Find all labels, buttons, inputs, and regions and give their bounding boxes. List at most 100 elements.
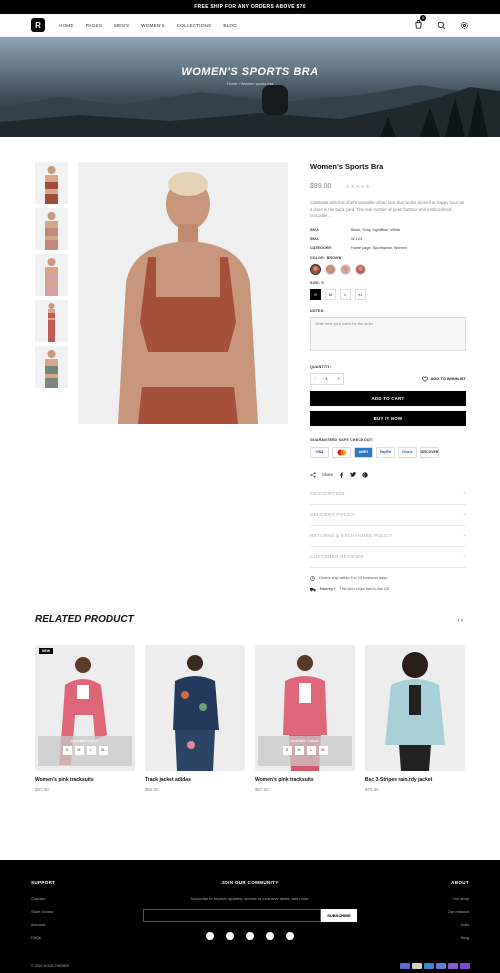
related-products: RELATED PRODUCT ‹ › NEW Available Instoc… — [0, 607, 500, 827]
footer-link-account[interactable]: Account — [31, 922, 55, 927]
product-card[interactable]: NEW Available Instock S M L XL Women's pink … — [35, 645, 135, 792]
main-product-image[interactable] — [78, 162, 288, 424]
meta-value[interactable]: Home page, Sportswear, Women — [351, 246, 407, 250]
thumbnail-2[interactable] — [35, 208, 68, 250]
product-card-image[interactable]: NEW Available Instock S M L XL — [35, 645, 135, 771]
thumbnail-1[interactable] — [35, 162, 68, 204]
plus-icon: + — [463, 554, 466, 559]
nav-item-pages[interactable]: PAGES — [86, 23, 103, 28]
size-l[interactable]: L — [340, 288, 351, 300]
nav-item-collections[interactable]: COLLECTIONS — [177, 23, 212, 28]
quick-size-m[interactable]: M — [294, 746, 304, 755]
add-to-cart-button[interactable]: ADD TO CART — [310, 390, 466, 406]
quantity-label: QUANTITY: — [310, 364, 332, 369]
product-section: Women's Sports Bra $99.00 ★★★★★ Captivat… — [0, 137, 500, 607]
pinterest-icon[interactable] — [226, 932, 234, 940]
product-card[interactable]: Track jacket adidas $54.00 — [145, 645, 245, 792]
qty-minus-button[interactable]: - — [314, 376, 316, 381]
swatch-3[interactable] — [340, 263, 351, 275]
size-s[interactable]: S — [310, 288, 321, 300]
pinterest-icon[interactable] — [362, 471, 368, 478]
qty-plus-button[interactable]: + — [337, 376, 340, 381]
bag-icon — [415, 20, 422, 29]
product-card-name[interactable]: Bsc 3-Stripes rain.rdy jacket — [365, 777, 465, 783]
product-card-image[interactable] — [365, 645, 465, 771]
footer-link-our-story[interactable]: Our story — [448, 896, 469, 901]
accordion-returns-policy[interactable]: RETURNS & EXCHANGES POLICY + — [310, 526, 466, 547]
diners-icon: Diners — [398, 446, 417, 458]
site-footer: SUPPORT Contact Store locator Account FA… — [0, 860, 500, 973]
nav-item-home[interactable]: HOME — [59, 23, 74, 28]
rating-stars[interactable]: ★★★★★ — [345, 184, 370, 190]
nav-item-mens[interactable]: MEN'S — [114, 23, 129, 28]
search-icon[interactable] — [437, 21, 446, 30]
nav-item-womens[interactable]: WOMEN'S — [141, 23, 164, 28]
qty-value[interactable]: 1 — [325, 376, 328, 381]
product-card-name[interactable]: Track jacket adidas — [145, 777, 245, 783]
footer-link-jobs[interactable]: Jobs — [448, 922, 469, 927]
product-card[interactable]: Available Instock S M L XL Women's pink trac… — [255, 645, 355, 792]
size-xl[interactable]: XL — [355, 288, 366, 300]
product-card-image[interactable] — [145, 645, 245, 771]
quick-size-xl[interactable]: XL — [98, 746, 108, 755]
accordion-customer-reviews[interactable]: CUSTOMER REVIEWS + — [310, 547, 466, 568]
instagram-icon[interactable] — [246, 932, 254, 940]
quick-size-m[interactable]: M — [74, 746, 84, 755]
gear-icon[interactable] — [460, 21, 469, 30]
plus-icon: + — [463, 533, 466, 538]
order-notes-textarea[interactable]: Write here your notes for the order — [310, 316, 466, 351]
subscribe-button[interactable]: SUBSCRIBE — [321, 909, 357, 922]
share-row: Share — [310, 471, 466, 478]
product-card-name[interactable]: Women's pink tracksuits — [255, 777, 355, 783]
accordion-delivery-policy[interactable]: DELIVERY POLICY + — [310, 505, 466, 526]
product-card[interactable]: Bsc 3-Stripes rain.rdy jacket $75.00 — [365, 645, 465, 792]
footer-payment-icons — [400, 963, 470, 969]
footer-link-store-locator[interactable]: Store locator — [31, 909, 55, 914]
footer-link-faqs[interactable]: FAQs — [31, 935, 55, 940]
footer-link-our-mission[interactable]: Our mission — [448, 909, 469, 914]
brand-logo[interactable]: R — [31, 18, 45, 32]
facebook-icon[interactable] — [339, 471, 344, 478]
nav-item-blog[interactable]: BLOG — [223, 23, 237, 28]
quick-size-l[interactable]: L — [306, 746, 316, 755]
copyright: © 2021 NOVA THEMES — [31, 964, 70, 968]
thumbnail-3[interactable] — [35, 254, 68, 296]
mountain-landscape-image — [0, 85, 500, 137]
facebook-icon[interactable] — [206, 932, 214, 940]
quick-size-s[interactable]: S — [62, 746, 72, 755]
clock-icon — [310, 575, 315, 581]
swatch-4[interactable] — [355, 263, 366, 275]
quick-size-xl[interactable]: XL — [318, 746, 328, 755]
cart-button[interactable]: 0 — [414, 15, 426, 34]
visa-icon — [400, 963, 410, 969]
dribbble-icon[interactable] — [286, 932, 294, 940]
next-arrow-icon[interactable]: › — [461, 618, 463, 624]
plus-icon: + — [463, 491, 466, 496]
twitter-icon[interactable] — [350, 472, 357, 477]
discover-icon — [460, 963, 470, 969]
add-to-wishlist-button[interactable]: ADD TO WISHLIST — [421, 376, 466, 382]
twitter-icon[interactable] — [266, 932, 274, 940]
accordion-description[interactable]: DESCRIPTION + — [310, 484, 466, 505]
footer-link-blog[interactable]: Blog — [448, 935, 469, 940]
truck-icon — [310, 587, 316, 592]
meta-key: CATEGORY: — [310, 245, 333, 250]
page-title: WOMEN'S SPORTS BRA — [181, 66, 319, 78]
prev-arrow-icon[interactable]: ‹ — [457, 618, 459, 624]
newsletter-email-input[interactable] — [143, 909, 321, 922]
thumbnail-5[interactable] — [35, 346, 68, 388]
thumbnail-4[interactable] — [35, 300, 68, 342]
size-m[interactable]: M — [325, 288, 336, 300]
quick-size-s[interactable]: S — [282, 746, 292, 755]
footer-newsletter: JOIN OUR COMMUNITY Subscribe to receive … — [140, 880, 360, 940]
swatch-2[interactable] — [325, 263, 336, 275]
buy-now-button[interactable]: BUY IT NOW — [310, 410, 466, 426]
product-description: Captivate with this shirt's versatile ur… — [310, 200, 464, 218]
swatch-brown[interactable] — [310, 263, 321, 275]
breadcrumb[interactable]: Home / Women sports bra — [0, 81, 500, 86]
quick-size-l[interactable]: L — [86, 746, 96, 755]
quantity-stepper[interactable]: - 1 + — [310, 372, 344, 385]
product-card-name[interactable]: Women's pink tracksuits — [35, 777, 135, 783]
footer-link-contact[interactable]: Contact — [31, 896, 55, 901]
product-card-image[interactable]: Available Instock S M L XL — [255, 645, 355, 771]
